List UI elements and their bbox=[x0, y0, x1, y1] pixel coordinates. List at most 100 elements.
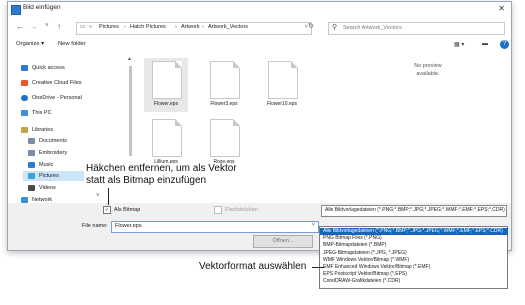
forward-arrow-icon[interactable]: → bbox=[30, 22, 38, 31]
scroll-up-icon[interactable]: ▲ bbox=[127, 56, 132, 62]
file-item[interactable]: Rose.eps bbox=[202, 116, 246, 170]
preview-pane: No preview available. bbox=[368, 62, 488, 78]
network-icon bbox=[21, 196, 28, 203]
sidebar-item-documents[interactable]: Documents bbox=[28, 136, 67, 146]
file-type-dropdown-list: Alle Bildvorlagedateien (*.PNG;*.BMP;*.J… bbox=[319, 226, 508, 289]
file-type-option[interactable]: PNG Bitmap Files (*.PNG) bbox=[320, 235, 508, 242]
sidebar-item-label: Creative Cloud Files bbox=[32, 80, 82, 86]
sidebar-item-network[interactable]: Network bbox=[21, 196, 52, 203]
file-item[interactable]: Flower3.eps bbox=[202, 58, 246, 112]
breadcrumb-separator-icon: › bbox=[124, 24, 126, 30]
checkbox-label: Als Bitmap bbox=[114, 207, 141, 213]
documents-icon bbox=[28, 138, 35, 144]
breadcrumb-pictures[interactable]: Pictures bbox=[99, 24, 119, 30]
callout-leader-line bbox=[312, 267, 324, 268]
breadcrumb-hatch-pictures[interactable]: Hatch Pictures bbox=[130, 24, 166, 30]
pc-icon bbox=[21, 110, 28, 116]
file-name: Flower10.eps bbox=[266, 101, 297, 107]
organize-menu[interactable]: Organize ▾ bbox=[16, 41, 44, 47]
file-type-option[interactable]: JPEG-Bitmapdateien (*.JPG, *.JPEG) bbox=[320, 250, 508, 257]
file-type-option[interactable]: EPS Postscript Vektor/Bitmap (*.EPS) bbox=[320, 271, 508, 278]
file-name: Flower3.eps bbox=[210, 101, 238, 107]
search-box[interactable]: ⚲ Search Artwork_Vectors bbox=[328, 22, 505, 35]
sidebar-item-label: Quick access bbox=[32, 65, 65, 71]
refresh-icon[interactable]: ↻ bbox=[308, 22, 314, 30]
file-item[interactable]: Flower.eps bbox=[144, 58, 188, 112]
sidebar-item-videos[interactable]: Videos bbox=[28, 183, 56, 193]
file-type-option[interactable]: CorelDRAW-Grafikdateien (*.CDR) bbox=[320, 278, 508, 285]
breadcrumb-artwork-vectors[interactable]: Artwork_Vectors bbox=[208, 24, 248, 30]
close-icon[interactable]: ✕ bbox=[498, 4, 505, 13]
breadcrumb-artwork[interactable]: Artwork bbox=[181, 24, 200, 30]
preview-pane-icon[interactable]: ▬ bbox=[482, 41, 488, 47]
library-icon bbox=[21, 127, 28, 133]
sidebar-item-label: OneDrive - Personal bbox=[32, 95, 82, 101]
callout-leader-line bbox=[108, 188, 109, 205]
callout-line: statt als Bitmap einzufügen bbox=[86, 175, 207, 186]
sidebar-item-music[interactable]: Music bbox=[28, 160, 53, 170]
file-type-select[interactable]: Alle Bildvorlagedateien (*.PNG;*.BMP;*.J… bbox=[321, 205, 507, 217]
sidebar-item-onedrive[interactable]: OneDrive - Personal bbox=[21, 93, 82, 103]
expand-chevron-icon[interactable]: ˅ bbox=[96, 193, 100, 199]
bitmap-callout: Häkchen entfernen, um als Vektor statt a… bbox=[84, 163, 239, 187]
file-type-option[interactable]: WMF Windows Vektor/Bitmap (*.WMF) bbox=[320, 257, 508, 264]
file-type-value: Alle Bildvorlagedateien (*.PNG;*.BMP;*.J… bbox=[325, 207, 505, 213]
star-icon bbox=[21, 65, 28, 71]
breadcrumb-separator-icon: › bbox=[202, 24, 204, 30]
folder-icon: ▭ bbox=[80, 24, 86, 30]
sidebar-item-label: Embroidery bbox=[39, 150, 68, 156]
back-arrow-icon[interactable]: ← bbox=[16, 22, 24, 31]
open-button[interactable]: Öffnen... bbox=[253, 235, 313, 248]
sidebar-item-label: This PC bbox=[32, 110, 52, 116]
sidebar-item-quick-access[interactable]: Quick access bbox=[21, 63, 65, 73]
file-item[interactable]: Flower10.eps bbox=[260, 58, 304, 112]
sidebar-item-label: Documents bbox=[39, 138, 67, 144]
search-icon: ⚲ bbox=[332, 24, 338, 31]
preview-message: available. bbox=[416, 71, 440, 77]
chevron-down-icon[interactable]: ˅ bbox=[312, 222, 315, 228]
videos-icon bbox=[28, 185, 35, 191]
document-icon bbox=[152, 119, 182, 157]
view-options-icon[interactable]: ▦ ▾ bbox=[454, 41, 464, 48]
file-name-input[interactable]: Flower.eps ˅ bbox=[111, 221, 319, 233]
sidebar-item-this-pc[interactable]: This PC bbox=[21, 108, 52, 118]
sidebar-item-creative-cloud[interactable]: Creative Cloud Files bbox=[21, 78, 82, 88]
search-placeholder: Search Artwork_Vectors bbox=[343, 25, 402, 31]
checkbox-label: Flachdrücken bbox=[225, 207, 259, 213]
file-type-option[interactable]: Alle Bildvorlagedateien (*.PNG;*.BMP;*.J… bbox=[320, 228, 508, 236]
address-bar[interactable]: ▭ « Pictures › Hatch Pictures › Artwork … bbox=[76, 22, 312, 35]
file-type-option[interactable]: BMP-Bitmapdateien (*.BMP) bbox=[320, 242, 508, 249]
sidebar-item-label: Music bbox=[39, 162, 54, 168]
up-arrow-icon[interactable]: ↑ bbox=[57, 22, 61, 31]
document-icon bbox=[152, 61, 182, 99]
checkbox-box bbox=[214, 206, 222, 214]
cloud-icon bbox=[21, 80, 28, 86]
new-folder-button[interactable]: New folder bbox=[58, 41, 86, 47]
callout-line: Häkchen entfernen, um als Vektor bbox=[86, 163, 237, 174]
music-icon bbox=[28, 162, 35, 168]
preview-message: No preview bbox=[414, 63, 442, 69]
checkmark-icon: ✓ bbox=[103, 206, 111, 214]
sidebar-item-embroidery[interactable]: Embroidery bbox=[28, 148, 67, 158]
pictures-icon bbox=[28, 173, 35, 179]
breadcrumb-separator-icon: › bbox=[175, 24, 177, 30]
file-item[interactable]: Lillium.eps bbox=[144, 116, 188, 170]
flatten-checkbox[interactable]: Flachdrücken bbox=[214, 206, 258, 214]
scrollbar-thumb[interactable] bbox=[129, 66, 132, 156]
document-icon bbox=[268, 61, 298, 99]
sidebar-item-label: Pictures bbox=[39, 173, 59, 179]
document-icon bbox=[210, 119, 240, 157]
breadcrumb-overflow[interactable]: « bbox=[89, 24, 92, 30]
help-icon[interactable]: ? bbox=[500, 40, 509, 49]
file-type-option[interactable]: EMF Enhanced Windows Vektor/Bitmap (*.EM… bbox=[320, 264, 508, 271]
onedrive-icon bbox=[21, 95, 28, 101]
recent-dropdown-icon[interactable]: ˅ bbox=[45, 23, 49, 29]
as-bitmap-checkbox[interactable]: ✓ Als Bitmap bbox=[103, 206, 140, 214]
vector-callout: Vektorformat auswählen bbox=[199, 261, 307, 272]
window-title: Bild einfügen bbox=[23, 4, 61, 11]
sidebar-item-label: Network bbox=[32, 196, 53, 203]
toolbar: Organize ▾ New folder ▦ ▾ ▬ bbox=[8, 37, 511, 53]
sidebar-item-libraries[interactable]: Libraries bbox=[21, 125, 53, 135]
sidebar-item-label: Libraries bbox=[32, 127, 54, 133]
embroidery-icon bbox=[28, 150, 35, 156]
